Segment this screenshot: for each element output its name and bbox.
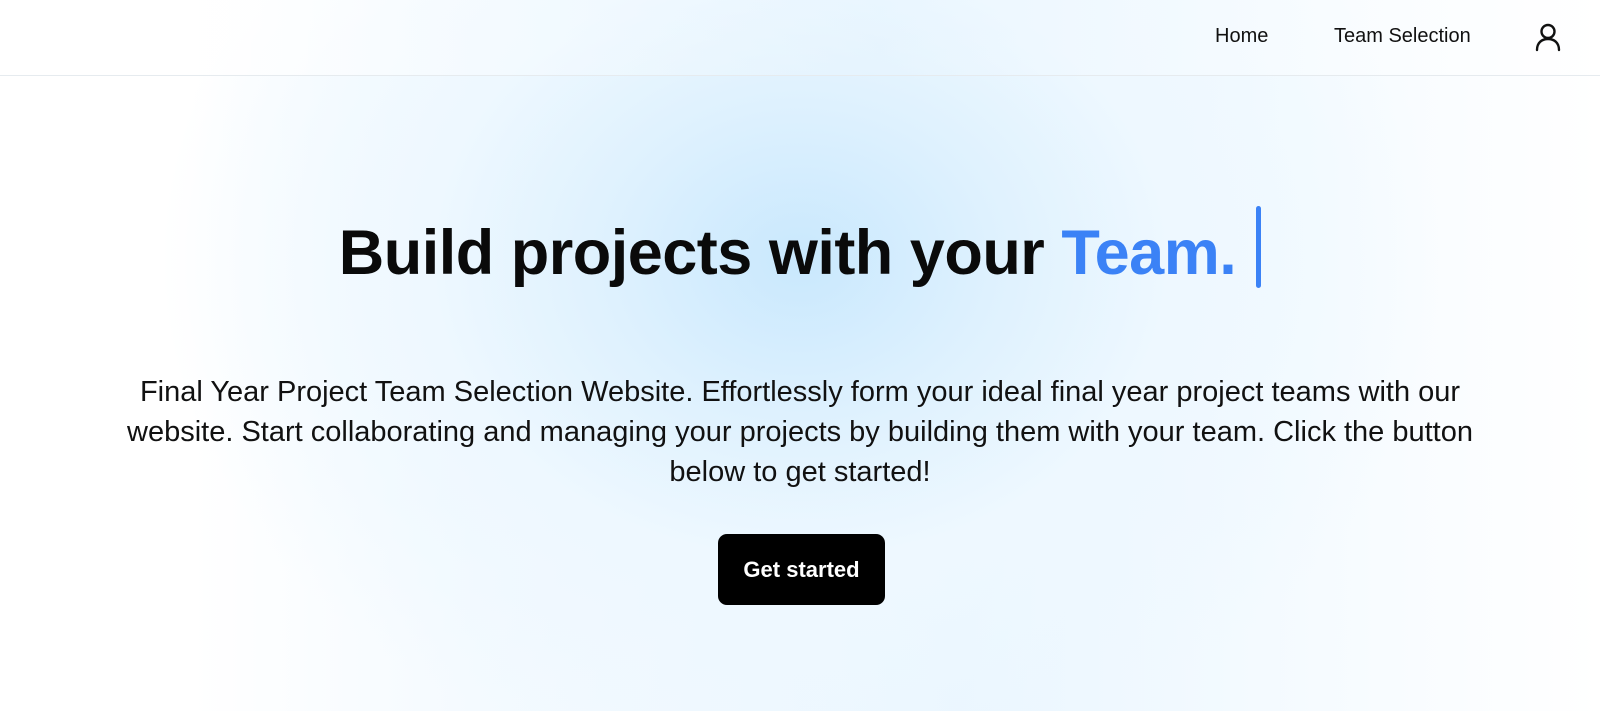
user-icon[interactable] <box>1533 22 1563 52</box>
top-navbar: Home Team Selection <box>0 0 1600 76</box>
nav-home-link[interactable]: Home <box>1215 24 1268 48</box>
typing-caret <box>1256 206 1262 288</box>
hero-title-text: Build projects with your <box>338 218 1062 288</box>
nav-team-selection-link[interactable]: Team Selection <box>1334 24 1471 48</box>
get-started-button[interactable]: Get started <box>718 534 885 605</box>
hero-description: Final Year Project Team Selection Websit… <box>127 376 1473 488</box>
hero-title-accent: Team. <box>1061 218 1237 288</box>
landing-page: Home Team Selection Build projects with … <box>0 0 1600 711</box>
hero-title: Build projects with your Team. <box>0 206 1600 293</box>
